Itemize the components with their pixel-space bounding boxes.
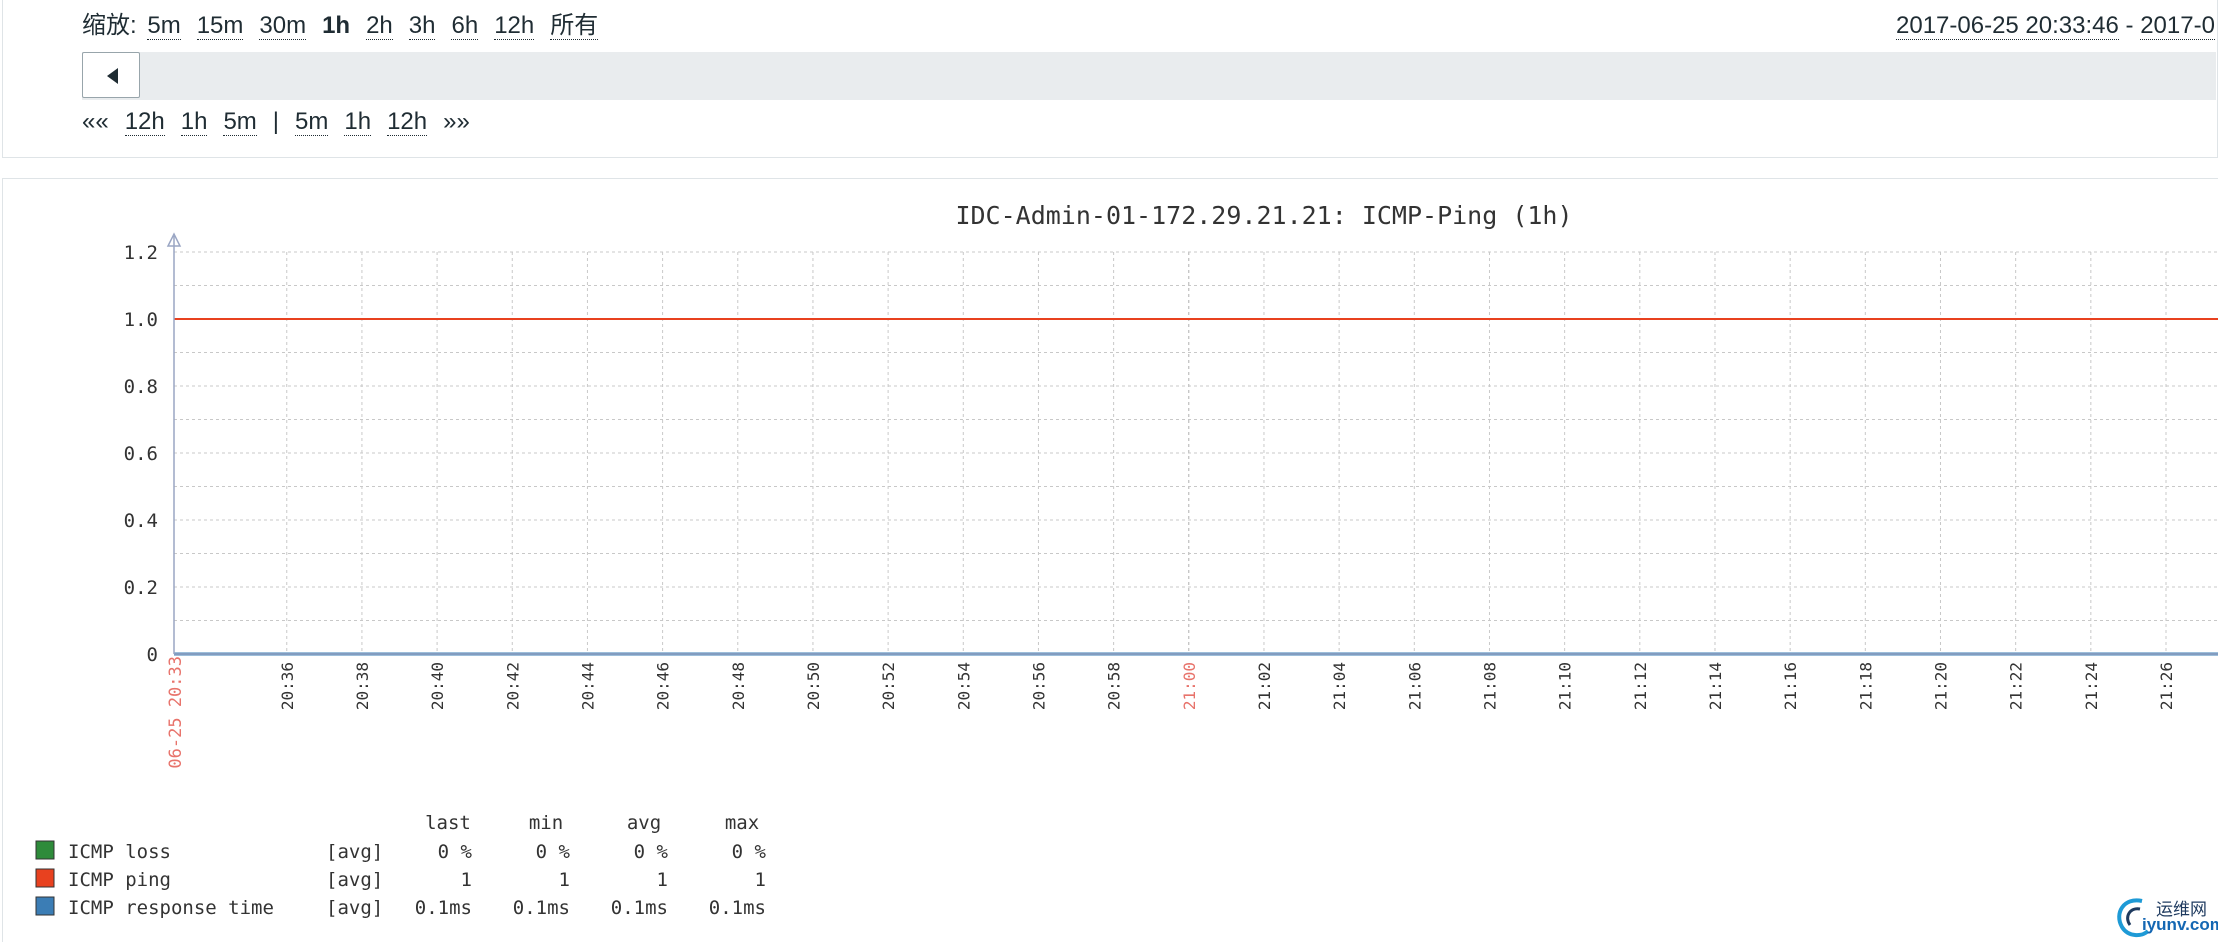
x-tick-label: 21:10: [1556, 662, 1575, 710]
x-tick-label: 20:42: [503, 662, 522, 710]
x-tick-label: 21:12: [1631, 662, 1650, 710]
x-tick-label: 21:16: [1781, 662, 1800, 710]
legend-value: 1: [461, 869, 472, 891]
legend-header-last: last: [425, 812, 471, 834]
y-tick-label: 1.0: [124, 309, 158, 331]
x-tick-label: 20:58: [1105, 662, 1124, 710]
x-tick-label: 21:18: [1856, 662, 1875, 710]
legend-value: 0 %: [634, 841, 669, 863]
legend-item-function: [avg]: [326, 841, 383, 863]
chart-title: IDC-Admin-01-172.29.21.21: ICMP-Ping (1h…: [955, 201, 1572, 230]
x-tick-label: 20:54: [954, 662, 973, 710]
legend-swatch: [35, 840, 55, 860]
legend-value: 0 %: [732, 841, 767, 863]
legend-swatch: [35, 896, 55, 916]
legend-value: 0.1ms: [415, 897, 472, 919]
x-tick-label: 21:06: [1405, 662, 1424, 710]
x-tick-label: 21:26: [2157, 662, 2176, 710]
icmp-ping-chart: IDC-Admin-01-172.29.21.21: ICMP-Ping (1h…: [35, 201, 2218, 919]
x-tick-label: 21:22: [2007, 662, 2026, 710]
legend-item-name: ICMP loss: [68, 841, 171, 863]
x-tick-label: 21:00: [1180, 662, 1199, 710]
y-tick-label: 0.8: [124, 376, 158, 398]
x-tick-label: 20:44: [578, 662, 597, 710]
x-tick-label: 20:46: [654, 662, 673, 710]
legend-value: 1: [657, 869, 668, 891]
legend-swatch: [35, 868, 55, 888]
legend-value: 1: [559, 869, 570, 891]
watermark-text-domain: iyunv.com: [2142, 915, 2218, 934]
legend-value: 1: [755, 869, 766, 891]
y-tick-label: 1.2: [124, 242, 158, 264]
legend-value: 0 %: [438, 841, 473, 863]
x-tick-label: 21:04: [1330, 662, 1349, 710]
x-tick-label: 21:20: [1931, 662, 1950, 710]
y-tick-label: 0.2: [124, 577, 158, 599]
x-tick-label: 20:40: [428, 662, 447, 710]
legend-item-name: ICMP ping: [68, 869, 171, 891]
x-tick-label: 21:14: [1706, 662, 1725, 710]
legend-value: 0.1ms: [611, 897, 668, 919]
legend-item-function: [avg]: [326, 897, 383, 919]
legend-value: 0.1ms: [513, 897, 570, 919]
legend-item-function: [avg]: [326, 869, 383, 891]
x-tick-label: 20:50: [804, 662, 823, 710]
x-tick-label: 21:08: [1480, 662, 1499, 710]
y-tick-label: 0.6: [124, 443, 158, 465]
watermark-logo: 运维网 iyunv.com: [2112, 893, 2218, 939]
legend-value: 0 %: [536, 841, 571, 863]
x-tick-label: 21:02: [1255, 662, 1274, 710]
y-tick-label: 0.4: [124, 510, 158, 532]
x-tick-label: 20:56: [1029, 662, 1048, 710]
y-tick-label: 0: [147, 644, 158, 666]
legend-header-max: max: [725, 812, 759, 834]
legend-header-min: min: [529, 812, 563, 834]
x-tick-label: 20:48: [729, 662, 748, 710]
legend-item-name: ICMP response time: [68, 897, 274, 919]
x-tick-label: 21:24: [2082, 662, 2101, 710]
x-tick-label: 20:36: [278, 662, 297, 710]
x-tick-label: 20:38: [353, 662, 372, 710]
x-tick-label: 20:52: [879, 662, 898, 710]
legend-header-avg: avg: [627, 812, 661, 834]
legend-value: 0.1ms: [709, 897, 766, 919]
x-start-label: 06-25 20:33: [166, 656, 186, 769]
